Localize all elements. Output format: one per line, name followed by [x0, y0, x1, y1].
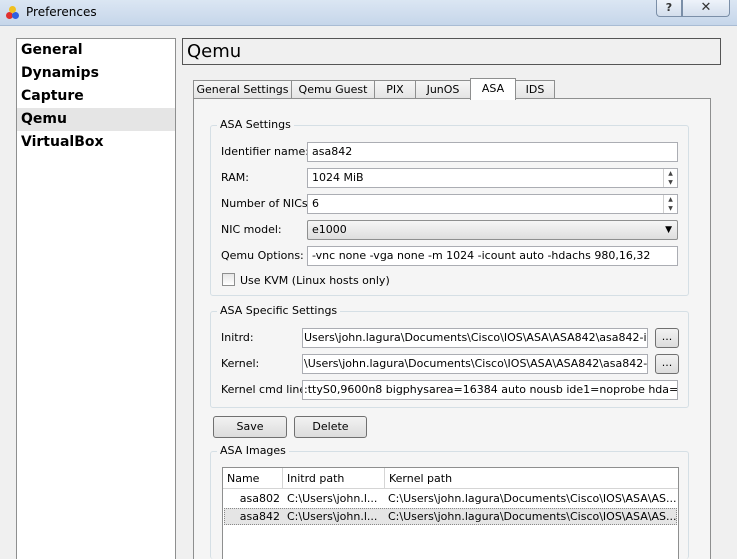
category-item-qemu[interactable]: Qemu	[17, 108, 175, 131]
asa-settings-title: ASA Settings	[217, 118, 294, 131]
use-kvm-label: Use KVM (Linux hosts only)	[240, 274, 390, 287]
kernel-cmdline-label: Kernel cmd line:	[221, 383, 310, 396]
kernel-browse-button[interactable]: ...	[655, 354, 679, 374]
initrd-browse-button[interactable]: ...	[655, 328, 679, 348]
save-button[interactable]: Save	[213, 416, 287, 438]
row-name: asa802	[239, 492, 280, 505]
column-header-name[interactable]: Name	[223, 468, 283, 489]
identifier-label: Identifier name:	[221, 145, 309, 158]
close-button[interactable]: ✕	[682, 0, 730, 17]
tab-ids[interactable]: IDS	[515, 80, 555, 99]
nics-value: 6	[312, 197, 319, 210]
column-header-initrd[interactable]: Initrd path	[283, 468, 385, 489]
tab-junos[interactable]: JunOS	[415, 80, 471, 99]
tab-asa[interactable]: ASA	[470, 78, 516, 100]
window-frame-right	[728, 26, 737, 559]
table-row[interactable]: asa802 C:\Users\john.l... C:\Users\john.…	[224, 491, 677, 508]
ram-label: RAM:	[221, 171, 249, 184]
identifier-field[interactable]: asa842	[307, 142, 678, 162]
spin-down-icon[interactable]: ▼	[664, 204, 677, 213]
table-header: Name Initrd path Kernel path	[223, 468, 678, 489]
delete-button[interactable]: Delete	[294, 416, 367, 438]
row-kernel: C:\Users\john.lagura\Documents\Cisco\IOS…	[388, 510, 676, 523]
kernel-field[interactable]: \Users\john.lagura\Documents\Cisco\IOS\A…	[302, 354, 648, 374]
table-row[interactable]: asa842 C:\Users\john.l... C:\Users\john.…	[224, 508, 677, 525]
tab-general-settings[interactable]: General Settings	[193, 80, 292, 99]
initrd-field[interactable]: Users\john.lagura\Documents\Cisco\IOS\AS…	[302, 328, 648, 348]
qemu-options-label: Qemu Options:	[221, 249, 304, 262]
qemu-options-field[interactable]: -vnc none -vga none -m 1024 -icount auto…	[307, 246, 678, 266]
asa-specific-title: ASA Specific Settings	[217, 304, 341, 317]
nic-model-label: NIC model:	[221, 223, 282, 236]
spin-up-icon[interactable]: ▲	[664, 169, 677, 178]
help-button[interactable]: ?	[656, 0, 682, 17]
tab-qemu-guest[interactable]: Qemu Guest	[291, 80, 375, 99]
app-icon	[6, 6, 20, 20]
use-kvm-checkbox[interactable]	[222, 273, 235, 286]
kernel-cmdline-field[interactable]: :ttyS0,9600n8 bigphysarea=16384 auto nou…	[302, 380, 678, 400]
asa-images-table: Name Initrd path Kernel path asa802 C:\U…	[222, 467, 679, 559]
asa-images-title: ASA Images	[217, 444, 289, 457]
kernel-label: Kernel:	[221, 357, 260, 370]
spin-up-icon[interactable]: ▲	[664, 195, 677, 204]
column-header-kernel[interactable]: Kernel path	[385, 468, 678, 489]
nics-spinbox[interactable]: 6 ▲ ▼	[307, 194, 678, 214]
tab-pix[interactable]: PIX	[374, 80, 416, 99]
category-list: General Dynamips Capture Qemu VirtualBox	[16, 38, 176, 559]
window-title: Preferences	[26, 5, 97, 19]
spin-down-icon[interactable]: ▼	[664, 178, 677, 187]
category-item-dynamips[interactable]: Dynamips	[17, 62, 175, 85]
nic-model-value: e1000	[312, 223, 347, 236]
nic-model-select[interactable]: e1000 ▼	[307, 220, 678, 240]
nics-spin-buttons[interactable]: ▲ ▼	[663, 195, 677, 213]
initrd-label: Initrd:	[221, 331, 254, 344]
row-name: asa842	[239, 510, 280, 523]
page-title: Qemu	[182, 38, 721, 65]
category-item-virtualbox[interactable]: VirtualBox	[17, 131, 175, 154]
row-initrd: C:\Users\john.l...	[287, 510, 378, 523]
row-kernel: C:\Users\john.lagura\Documents\Cisco\IOS…	[388, 492, 677, 505]
chevron-down-icon: ▼	[665, 225, 672, 235]
category-item-capture[interactable]: Capture	[17, 85, 175, 108]
title-bar: Preferences ? ✕	[0, 0, 737, 26]
nics-label: Number of NICs:	[221, 197, 312, 210]
category-item-general[interactable]: General	[17, 39, 175, 62]
ram-value: 1024 MiB	[312, 171, 364, 184]
row-initrd: C:\Users\john.l...	[287, 492, 378, 505]
ram-spin-buttons[interactable]: ▲ ▼	[663, 169, 677, 187]
ram-spinbox[interactable]: 1024 MiB ▲ ▼	[307, 168, 678, 188]
